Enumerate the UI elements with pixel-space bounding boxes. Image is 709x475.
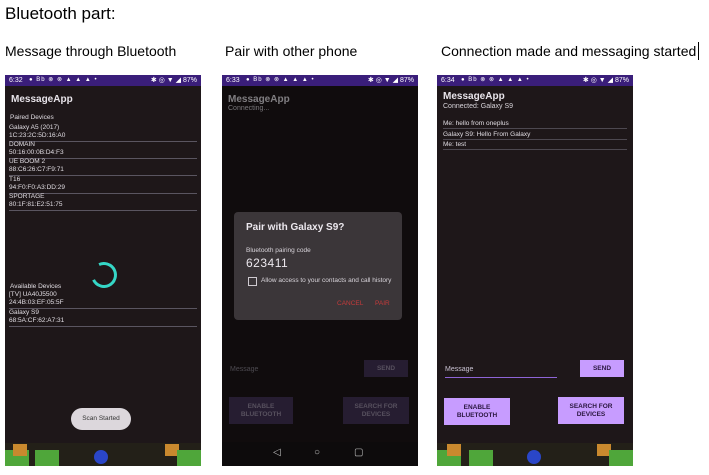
message-input[interactable]: Message [445,363,557,378]
device-name: DOMAIN [9,141,35,148]
game-ground-overlay [5,443,201,466]
status-battery: ✱ ◎ ▼ ◢ 87% [150,77,197,84]
app-title: MessageApp [443,91,505,102]
caption-message-through-bluetooth: Message through Bluetooth [5,43,177,59]
ball-icon [527,450,541,464]
pairing-code: 623411 [246,256,289,270]
device-mac: 50:16:00:0B:D4:F3 [9,149,64,156]
contacts-access-checkbox[interactable] [248,277,257,286]
cancel-button[interactable]: CANCEL [337,300,363,307]
phone-screen-scan: 6:32 ● Bb ⊗ ⊗ ▲ ▲ ▲ • ✱ ◎ ▼ ◢ 87% Messag… [5,75,201,466]
message-item: Me: test [443,140,627,150]
device-name: [TV] UA40J5500 [9,291,57,298]
status-battery: ✱ ◎ ▼ ◢ 87% [367,77,414,84]
system-nav-bar: ◁ ○ ▢ [222,442,418,466]
device-name: T16 [9,176,21,183]
caption-pair-with-phone: Pair with other phone [225,43,358,59]
status-time: 6:32 [9,77,23,84]
text-cursor [698,42,699,60]
paired-device-item[interactable]: T16 94:F0:F0:A3:DD:29 [9,176,197,194]
app-title: MessageApp [11,94,73,105]
enable-bluetooth-button[interactable]: ENABLE BLUETOOTH [444,398,510,425]
device-name: Galaxy A5 (2017) [9,124,60,131]
status-bar: 6:33 ● Bb ⊗ ⊗ ▲ ▲ ▲ • ✱ ◎ ▼ ◢ 87% [222,75,418,86]
device-name: UE BOOM 2 [9,158,46,165]
device-mac: 68:5A:CF:62:A7:31 [9,317,65,324]
status-bar: 6:34 ● Bb ⊗ ⊗ ▲ ▲ ▲ • ✱ ◎ ▼ ◢ 87% [437,75,633,86]
dialog-title: Pair with Galaxy S9? [246,222,345,233]
status-bar: 6:32 ● Bb ⊗ ⊗ ▲ ▲ ▲ • ✱ ◎ ▼ ◢ 87% [5,75,201,86]
phone-screen-messaging: 6:34 ● Bb ⊗ ⊗ ▲ ▲ ▲ • ✱ ◎ ▼ ◢ 87% Messag… [437,75,633,466]
pair-button[interactable]: PAIR [375,300,390,307]
paired-device-item[interactable]: DOMAIN 50:16:00:0B:D4:F3 [9,141,197,159]
phone-screen-pair: 6:33 ● Bb ⊗ ⊗ ▲ ▲ ▲ • ✱ ◎ ▼ ◢ 87% Messag… [222,75,418,466]
available-device-item[interactable]: Galaxy S9 68:5A:CF:62:A7:31 [9,309,197,327]
loading-spinner [87,258,121,292]
toast-scan-started: Scan Started [71,408,131,430]
paired-device-item[interactable]: UE BOOM 2 88:C6:26:C7:F9:71 [9,158,197,176]
status-icons: ● Bb ⊗ ⊗ ▲ ▲ ▲ • [246,77,315,83]
device-mac: 80:1F:81:E2:51:75 [9,201,63,208]
back-icon[interactable]: ◁ [273,447,281,458]
message-item: Me: hello from oneplus [443,119,627,129]
search-devices-button[interactable]: SEARCH FOR DEVICES [558,397,624,424]
pairing-code-label: Bluetooth pairing code [246,247,311,254]
status-icons: ● Bb ⊗ ⊗ ▲ ▲ ▲ • [29,77,98,83]
device-mac: 1C:23:2C:5D:16:A0 [9,132,66,139]
status-battery: ✱ ◎ ▼ ◢ 87% [582,77,629,84]
device-name: Galaxy S9 [9,309,39,316]
send-button[interactable]: SEND [580,360,624,377]
paired-device-item[interactable]: Galaxy A5 (2017) 1C:23:2C:5D:16:A0 [9,124,197,142]
pairing-dialog: Pair with Galaxy S9? Bluetooth pairing c… [234,212,402,320]
device-mac: 94:F0:F0:A3:DD:29 [9,184,65,191]
ball-icon [94,450,108,464]
recent-apps-icon[interactable]: ▢ [354,447,363,458]
connection-status: Connected: Galaxy S9 [443,103,514,110]
game-ground-overlay [437,443,633,466]
message-item: Galaxy S9: Hello From Galaxy [443,130,627,140]
device-mac: 88:C6:26:C7:F9:71 [9,166,64,173]
available-device-item[interactable]: [TV] UA40J5500 24:4B:03:EF:05:5F [9,291,197,309]
caption-connection-made: Connection made and messaging started [441,43,697,59]
status-time: 6:33 [226,77,240,84]
contacts-access-label: Allow access to your contacts and call h… [261,277,392,284]
device-mac: 24:4B:03:EF:05:5F [9,299,64,306]
page-heading: Bluetooth part: [5,4,116,23]
home-icon[interactable]: ○ [314,447,320,458]
status-icons: ● Bb ⊗ ⊗ ▲ ▲ ▲ • [461,77,530,83]
available-devices-label: Available Devices [10,283,62,290]
device-name: SPORTAGE [9,193,45,200]
paired-device-item[interactable]: SPORTAGE 80:1F:81:E2:51:75 [9,193,197,211]
paired-devices-label: Paired Devices [10,114,54,121]
status-time: 6:34 [441,77,455,84]
